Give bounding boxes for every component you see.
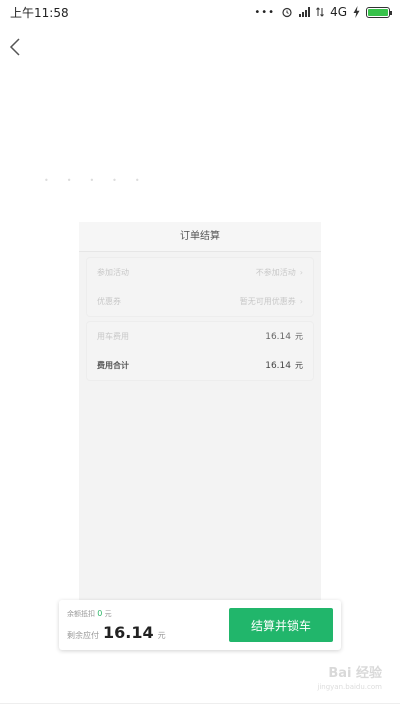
- data-arrows-icon: [316, 7, 324, 17]
- back-button[interactable]: [6, 34, 24, 60]
- status-bar: 上午11:58 ••• 4G: [0, 0, 400, 24]
- activity-label: 参加活动: [97, 268, 129, 277]
- amount-due: 剩余应付 16.14 元: [67, 623, 166, 642]
- faded-header-remnant: •••••: [44, 176, 158, 185]
- coupon-value: 暂无可用优惠券: [239, 297, 296, 306]
- network-type: 4G: [330, 5, 347, 19]
- payment-bar: 余额抵扣 0 元 剩余应付 16.14 元 结算并锁车: [59, 600, 341, 650]
- payment-summary: 余额抵扣 0 元 剩余应付 16.14 元: [67, 609, 166, 642]
- bottom-divider: [0, 703, 400, 704]
- due-amount: 16.14: [103, 622, 154, 642]
- activity-row[interactable]: 参加活动 不参加活动 ›: [87, 258, 313, 287]
- status-time: 上午11:58: [10, 5, 69, 20]
- chevron-left-icon: [9, 38, 20, 56]
- signal-icon: [299, 7, 311, 17]
- total-fee-label: 费用合计: [97, 361, 129, 370]
- ride-fee-amount: 16.14: [265, 331, 291, 342]
- total-fee-row: 费用合计 16.14 元: [87, 351, 313, 380]
- activity-value: 不参加活动: [255, 268, 296, 277]
- settle-and-lock-button[interactable]: 结算并锁车: [229, 608, 333, 642]
- watermark-brand: Bai 经验: [328, 666, 382, 681]
- balance-unit: 元: [104, 609, 112, 618]
- total-fee-unit: 元: [295, 361, 303, 370]
- due-label: 剩余应付: [67, 630, 99, 640]
- balance-value: 0: [97, 608, 103, 618]
- total-fee-amount: 16.14: [265, 360, 291, 371]
- ride-fee-unit: 元: [295, 332, 303, 341]
- notification-dots: •••: [254, 6, 276, 18]
- battery-icon: [366, 6, 392, 18]
- order-settlement-screen: 上午11:58 ••• 4G ••••• 订单结算 参加活动 不参加活动 › 优…: [0, 0, 400, 711]
- balance-label: 余额抵扣: [67, 609, 95, 618]
- order-card: 订单结算 参加活动 不参加活动 › 优惠券 暂无可用优惠券 › 用车费用 16.…: [79, 222, 321, 602]
- ride-fee-row: 用车费用 16.14 元: [87, 322, 313, 351]
- chevron-right-icon: ›: [299, 297, 303, 306]
- charging-icon: [353, 6, 360, 18]
- watermark-url: jingyan.baidu.com: [317, 683, 382, 691]
- baidu-jingyan-watermark: Bai 经验 jingyan.baidu.com: [292, 662, 382, 691]
- status-icons: ••• 4G: [254, 5, 392, 19]
- order-title: 订单结算: [79, 222, 321, 252]
- coupon-label: 优惠券: [97, 297, 121, 306]
- promo-section: 参加活动 不参加活动 › 优惠券 暂无可用优惠券 ›: [87, 258, 313, 316]
- balance-deduction: 余额抵扣 0 元: [67, 609, 166, 619]
- alarm-icon: [282, 7, 292, 18]
- coupon-row[interactable]: 优惠券 暂无可用优惠券 ›: [87, 287, 313, 316]
- ride-fee-label: 用车费用: [97, 332, 129, 341]
- fee-section: 用车费用 16.14 元 费用合计 16.14 元: [87, 322, 313, 380]
- due-unit: 元: [157, 630, 166, 640]
- chevron-right-icon: ›: [299, 268, 303, 277]
